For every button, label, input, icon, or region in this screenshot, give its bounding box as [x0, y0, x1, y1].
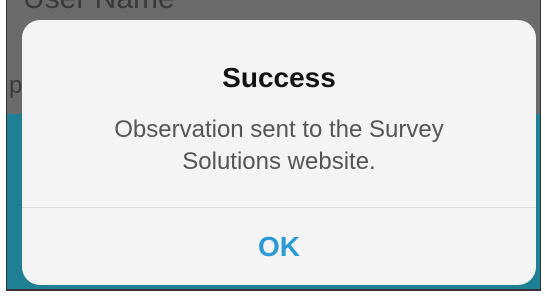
alert-dialog: Success Observation sent to the Survey S…: [22, 20, 536, 285]
ok-button[interactable]: OK: [22, 208, 536, 285]
alert-title: Success: [222, 62, 336, 93]
background-field-label: User Name: [23, 0, 175, 16]
background-partial-text: p: [9, 72, 23, 99]
alert-message: Observation sent to the Survey Solutions…: [114, 116, 444, 175]
app-screen: User Name p Success Observation sent to …: [6, 0, 541, 291]
